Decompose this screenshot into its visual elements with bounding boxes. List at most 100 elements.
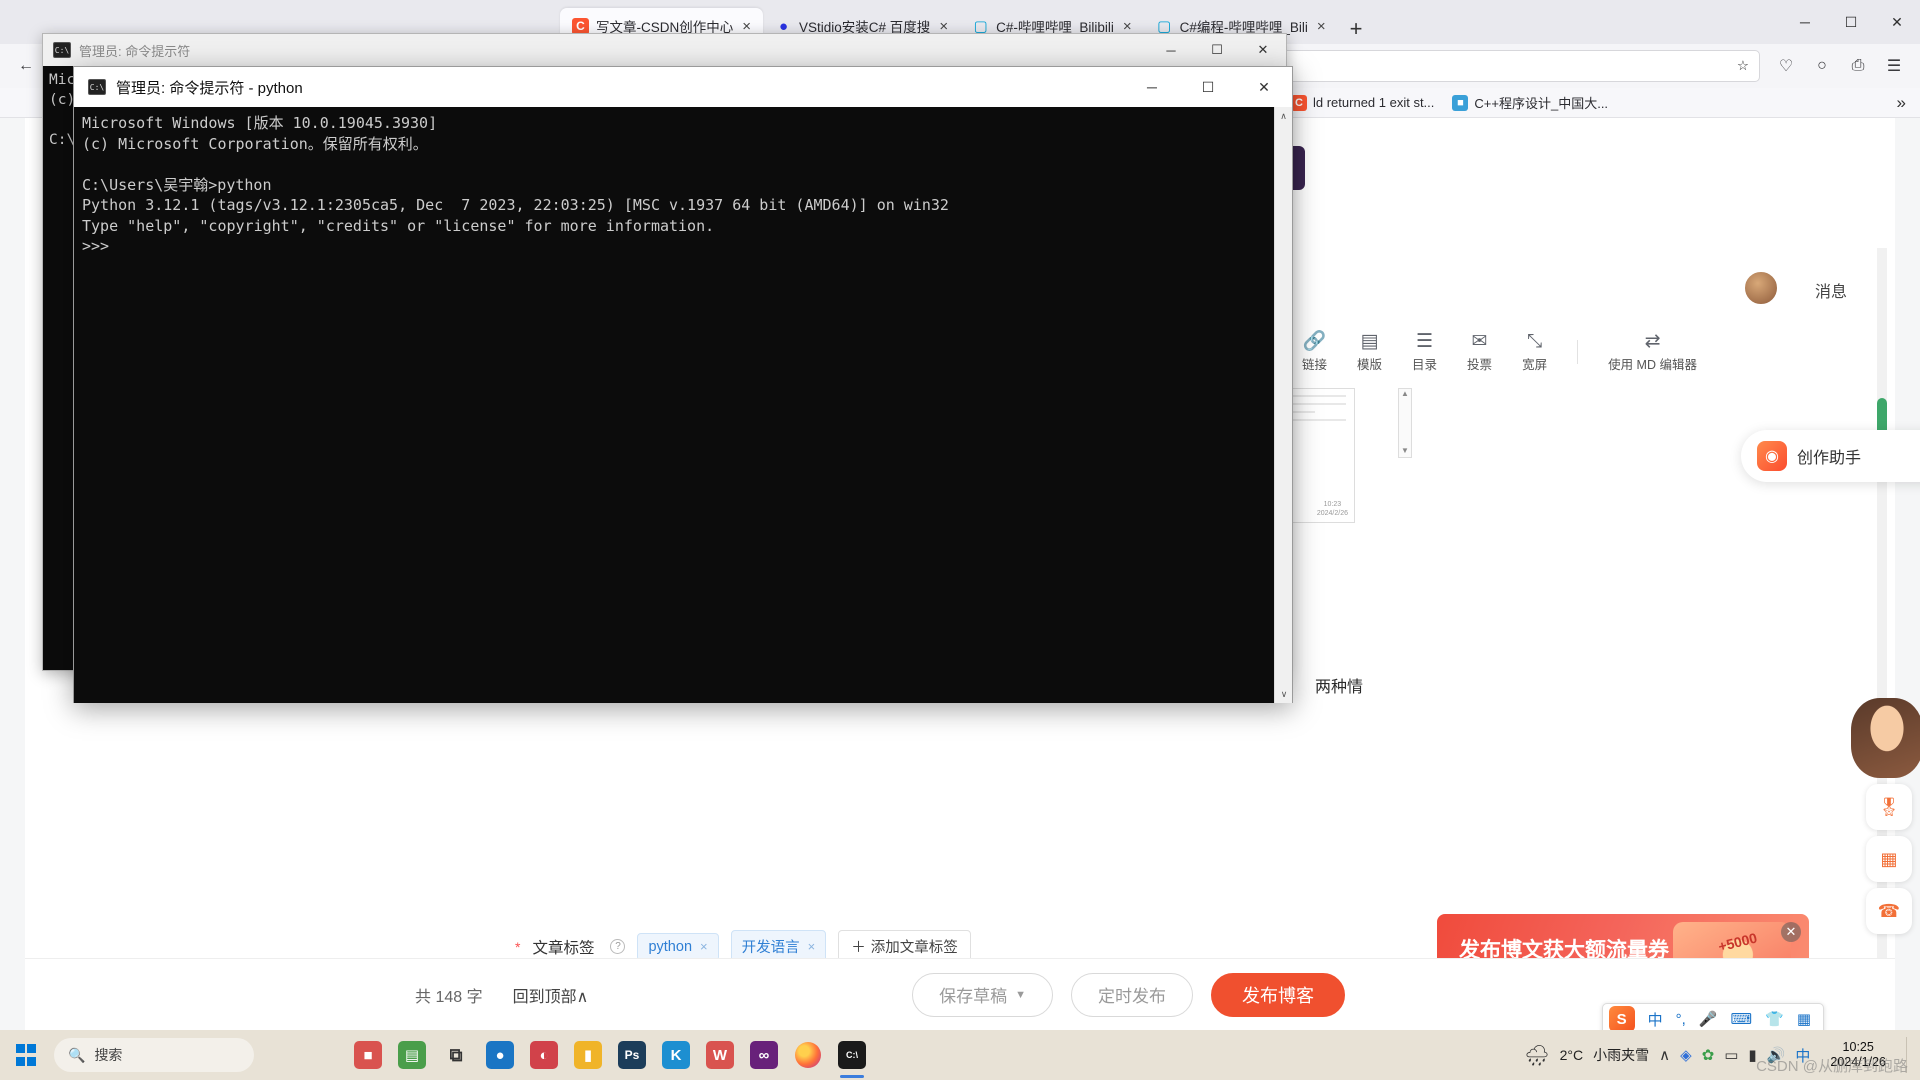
bookmarks-overflow-icon[interactable]: » <box>1897 93 1912 113</box>
minimize-button[interactable]: ─ <box>1782 0 1828 44</box>
start-button[interactable] <box>0 1030 50 1080</box>
cmd-icon: C:\ <box>53 42 71 58</box>
toolbar-item-toc[interactable]: ☰ 目录 <box>1412 332 1437 373</box>
bookmark-label: C++程序设计_中国大... <box>1474 96 1609 111</box>
ime-punctuation[interactable]: °, <box>1676 1011 1686 1028</box>
show-hidden-icons[interactable]: ∧ <box>1659 1046 1670 1064</box>
tab-close-icon[interactable]: × <box>1121 19 1134 34</box>
cmd-console-python[interactable]: Microsoft Windows [版本 10.0.19045.3930] (… <box>74 107 1292 703</box>
save-to-pocket-icon[interactable]: ♡ <box>1770 50 1802 82</box>
cmd-scrollbar[interactable]: ∧ ∨ <box>1274 107 1292 703</box>
menu-icon[interactable]: ☰ <box>1878 50 1910 82</box>
tag-remove-icon[interactable]: × <box>808 939 816 954</box>
creation-assistant-panel[interactable]: ◉ 创作助手 <box>1741 430 1920 482</box>
weather-desc[interactable]: 小雨夹雪 <box>1593 1045 1649 1065</box>
close-button[interactable]: ✕ <box>1236 67 1292 107</box>
toc-icon: ☰ <box>1416 330 1434 352</box>
new-tab-button[interactable]: + <box>1338 18 1375 44</box>
google-photos-icon[interactable]: ✿ <box>1702 1046 1715 1064</box>
help-icon[interactable]: ? <box>610 939 626 954</box>
save-draft-button[interactable]: 保存草稿 ▼ <box>912 972 1053 1017</box>
taskbar-app-cmd[interactable]: C:\ <box>830 1030 874 1080</box>
toolbar-item-md-editor[interactable]: ⇄ 使用 MD 编辑器 <box>1608 332 1697 373</box>
back-to-top-button[interactable]: 回到顶部∧ <box>513 983 589 1007</box>
sogou-icon[interactable]: S <box>1608 1006 1635 1032</box>
ime-toolbox-icon[interactable]: ▦ <box>1797 1010 1811 1028</box>
taskbar-app-kugou[interactable]: K <box>654 1030 698 1080</box>
publish-button[interactable]: 发布博客 <box>1211 972 1345 1017</box>
taskbar-app-photoshop[interactable]: Ps <box>610 1030 654 1080</box>
tag-remove-icon[interactable]: × <box>700 939 708 954</box>
close-button[interactable]: ✕ <box>1240 34 1286 66</box>
ime-skin-icon[interactable]: 👕 <box>1765 1010 1784 1028</box>
float-sidebar: 🎖 ▦ ☎ <box>1851 698 1920 940</box>
explorer-icon: ▮ <box>574 1041 602 1069</box>
minimize-button[interactable]: ─ <box>1124 67 1180 107</box>
tag-chip-python[interactable]: python × <box>637 932 719 961</box>
cmd-window-python[interactable]: C:\ 管理员: 命令提示符 - python ─ ☐ ✕ Microsoft … <box>73 66 1293 703</box>
weather-temp[interactable]: 2°C <box>1560 1047 1584 1063</box>
chevron-down-icon: ▼ <box>1015 988 1026 1001</box>
toolbar-item-widescreen[interactable]: ⤡ 宽屏 <box>1522 332 1547 373</box>
account-icon[interactable]: ○ <box>1806 50 1838 82</box>
vote-icon: ✉ <box>1471 330 1488 352</box>
schedule-publish-button[interactable]: 定时发布 <box>1071 972 1193 1017</box>
maximize-button[interactable]: ☐ <box>1828 0 1874 44</box>
taskbar-app-vivaldi[interactable]: ◐ <box>522 1030 566 1080</box>
widescreen-icon: ⤡ <box>1526 330 1543 352</box>
scroll-up-icon[interactable]: ∧ <box>1275 107 1292 125</box>
taskbar-task-view[interactable]: ⧉ <box>434 1030 478 1080</box>
cmd-title-bar[interactable]: C:\ 管理员: 命令提示符 ─ ☐ ✕ <box>43 34 1286 66</box>
message-link[interactable]: 消息 <box>1815 278 1847 302</box>
robot-icon: ◉ <box>1757 441 1787 471</box>
ime-keyboard-icon[interactable]: ⌨ <box>1730 1010 1752 1028</box>
taskbar-app-firefox[interactable] <box>786 1030 830 1080</box>
ime-mode-chinese[interactable]: 中 <box>1648 1009 1663 1030</box>
rain-snow-icon[interactable]: 🌧 <box>1524 1043 1549 1068</box>
photoshop-icon: Ps <box>618 1041 646 1069</box>
vivaldi-icon: ◐ <box>530 1041 558 1069</box>
network-icon[interactable]: ▭ <box>1724 1046 1738 1064</box>
scroll-down-icon[interactable]: ∨ <box>1275 685 1293 703</box>
toolbar-label: 链接 <box>1302 357 1328 372</box>
back-icon[interactable]: ← <box>10 50 42 82</box>
assistant-label: 创作助手 <box>1797 450 1862 467</box>
cmd-window-controls: ─ ☐ ✕ <box>1148 34 1286 66</box>
medal-icon[interactable]: 🎖 <box>1866 784 1912 830</box>
taskbar-app-visualstudio[interactable]: ∞ <box>742 1030 786 1080</box>
visualstudio-icon: ∞ <box>750 1041 778 1069</box>
avatar[interactable] <box>1743 270 1779 306</box>
word-count: 共 148 字 <box>415 988 483 1006</box>
cmd-window-controls: ─ ☐ ✕ <box>1124 67 1292 107</box>
editor-mini-scroll[interactable]: ▲ ▼ <box>1398 388 1412 458</box>
cmd-title-bar[interactable]: C:\ 管理员: 命令提示符 - python ─ ☐ ✕ <box>74 67 1292 107</box>
bookmark-star-icon[interactable]: ☆ <box>1737 58 1749 74</box>
mascot-avatar[interactable] <box>1851 698 1920 778</box>
share-icon[interactable]: ⎙ <box>1842 50 1874 82</box>
taskbar-app-store[interactable]: ■ <box>346 1030 390 1080</box>
bookmark-item-1[interactable]: ■ C++程序设计_中国大... <box>1445 91 1615 114</box>
search-input[interactable]: 🔍 搜索 <box>54 1038 254 1072</box>
ime-voice-input-icon[interactable]: 🎤 <box>1699 1010 1718 1028</box>
taskbar-app-explorer[interactable]: ▮ <box>566 1030 610 1080</box>
chevron-down-icon[interactable]: ▼ <box>1399 446 1411 455</box>
qrcode-icon[interactable]: ▦ <box>1866 836 1912 882</box>
toolbar-item-link[interactable]: 🔗 链接 <box>1302 332 1327 373</box>
headset-icon[interactable]: ☎ <box>1866 888 1912 934</box>
maximize-button[interactable]: ☐ <box>1180 67 1236 107</box>
close-button[interactable]: ✕ <box>1874 0 1920 44</box>
taskbar-app-calculator[interactable]: ▤ <box>390 1030 434 1080</box>
minimize-button[interactable]: ─ <box>1148 34 1194 66</box>
chevron-up-icon[interactable]: ▲ <box>1399 389 1411 398</box>
toolbar-item-vote[interactable]: ✉ 投票 <box>1467 332 1492 373</box>
tencent-security-icon[interactable]: ◈ <box>1680 1046 1692 1064</box>
bookmark-item-0[interactable]: C ld returned 1 exit st... <box>1284 93 1441 113</box>
taskbar-app-edge[interactable]: ● <box>478 1030 522 1080</box>
tab-close-icon[interactable]: × <box>937 19 950 34</box>
taskbar-app-wps[interactable]: W <box>698 1030 742 1080</box>
close-icon[interactable]: ✕ <box>1781 922 1801 942</box>
toolbar-item-template[interactable]: ▤ 模版 <box>1357 332 1382 373</box>
maximize-button[interactable]: ☐ <box>1194 34 1240 66</box>
tab-close-icon[interactable]: × <box>1315 19 1328 34</box>
tab-close-icon[interactable]: × <box>740 19 753 34</box>
